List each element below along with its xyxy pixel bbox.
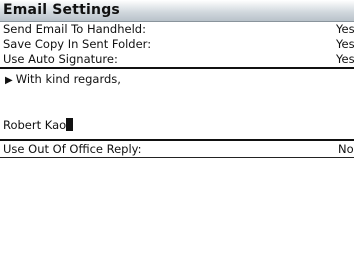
setting-label: Use Auto Signature: — [3, 52, 118, 66]
setting-label: Send Email To Handheld: — [3, 22, 146, 36]
page-title: Email Settings — [3, 2, 120, 18]
signature-editor[interactable]: ▶ With kind regards, Robert Kao — [0, 67, 354, 141]
title-bar: Email Settings — [0, 0, 354, 22]
setting-label: Use Out Of Office Reply: — [3, 142, 142, 156]
setting-label: Save Copy In Sent Folder: — [3, 37, 152, 51]
signature-line: ▶ With kind regards, — [5, 72, 121, 86]
setting-use-auto-signature[interactable]: Use Auto Signature: Yes — [0, 52, 354, 67]
triangle-right-icon: ▶ — [5, 75, 13, 86]
setting-use-out-of-office-reply[interactable]: Use Out Of Office Reply: No — [0, 141, 354, 158]
setting-value[interactable]: Yes — [336, 52, 354, 67]
signature-text-line1: With kind regards, — [15, 72, 121, 86]
setting-save-copy-in-sent-folder[interactable]: Save Copy In Sent Folder: Yes — [0, 37, 354, 52]
setting-value[interactable]: Yes — [336, 37, 354, 52]
setting-value[interactable]: Yes — [336, 22, 354, 37]
text-cursor — [66, 118, 74, 131]
signature-text-line3: Robert Kao — [3, 118, 67, 132]
setting-send-email-to-handheld[interactable]: Send Email To Handheld: Yes — [0, 22, 354, 37]
setting-value[interactable]: No — [338, 142, 354, 156]
signature-line: Robert Kao — [3, 118, 74, 132]
